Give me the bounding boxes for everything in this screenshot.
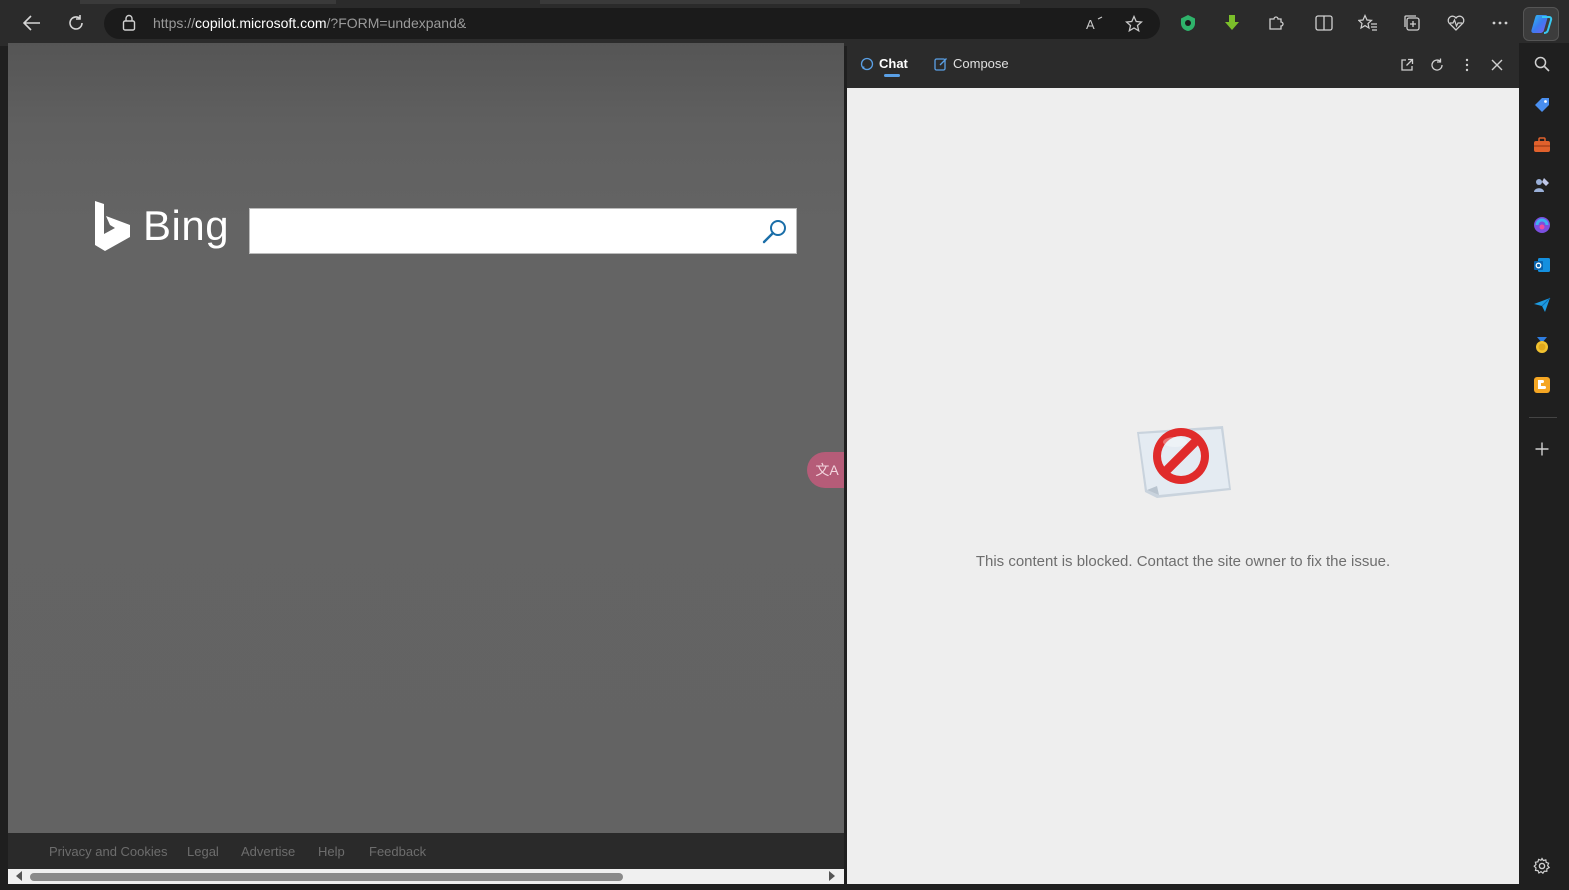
favorites-icon[interactable] bbox=[1354, 9, 1382, 37]
browser-essentials-icon[interactable] bbox=[1442, 9, 1470, 37]
side-pane-header: Chat Compose bbox=[847, 43, 1519, 88]
back-icon[interactable] bbox=[18, 9, 46, 37]
open-in-new-tab-icon[interactable] bbox=[1397, 55, 1417, 75]
active-tab-indicator bbox=[884, 74, 900, 77]
more-icon[interactable] bbox=[1486, 9, 1514, 37]
collections-icon[interactable] bbox=[1398, 9, 1426, 37]
scroll-left-arrow-icon[interactable] bbox=[16, 871, 22, 881]
chat-icon bbox=[860, 57, 874, 70]
tab-compose-label: Compose bbox=[953, 56, 1009, 71]
url-text[interactable]: https://copilot.microsoft.com/?FORM=unde… bbox=[153, 15, 466, 31]
games-icon[interactable] bbox=[1531, 174, 1553, 196]
shopping-tag-icon[interactable] bbox=[1531, 94, 1553, 116]
split-screen-icon[interactable] bbox=[1310, 9, 1338, 37]
favorite-star-icon[interactable] bbox=[1123, 13, 1145, 35]
address-bar[interactable]: https://copilot.microsoft.com/?FORM=unde… bbox=[104, 8, 1160, 39]
edge-sidebar bbox=[1519, 43, 1569, 890]
browser-toolbar: https://copilot.microsoft.com/?FORM=unde… bbox=[0, 0, 1569, 46]
sidebar-divider bbox=[1529, 417, 1557, 418]
footer-link-feedback[interactable]: Feedback bbox=[369, 844, 426, 859]
search-box[interactable] bbox=[249, 208, 797, 254]
horizontal-scrollbar[interactable] bbox=[8, 869, 844, 884]
send-icon[interactable] bbox=[1531, 294, 1553, 316]
tab-chat[interactable]: Chat bbox=[860, 56, 908, 71]
read-aloud-icon[interactable]: A bbox=[1084, 13, 1106, 35]
footer-link-privacy[interactable]: Privacy and Cookies bbox=[49, 844, 168, 859]
footer-link-advertise[interactable]: Advertise bbox=[241, 844, 295, 859]
web-page: Bing 文A Privacy and Cookies Legal Advert… bbox=[8, 43, 844, 884]
blocked-content-icon bbox=[1137, 426, 1231, 498]
extension-shield-icon[interactable] bbox=[1174, 9, 1202, 37]
close-icon[interactable] bbox=[1487, 55, 1507, 75]
pane-refresh-icon[interactable] bbox=[1427, 55, 1447, 75]
tools-briefcase-icon[interactable] bbox=[1531, 134, 1553, 156]
url-scheme: https:// bbox=[153, 15, 196, 31]
tab-strip-edge bbox=[80, 0, 336, 4]
scroll-right-arrow-icon[interactable] bbox=[829, 871, 835, 881]
search-input[interactable] bbox=[250, 209, 750, 253]
tab-compose[interactable]: Compose bbox=[934, 56, 1009, 71]
refresh-icon[interactable] bbox=[62, 9, 90, 37]
scrollbar-thumb[interactable] bbox=[30, 873, 623, 881]
tab-strip-edge bbox=[540, 0, 1020, 4]
microsoft-365-icon[interactable] bbox=[1531, 214, 1553, 236]
search-icon bbox=[762, 220, 786, 244]
page-footer: Privacy and Cookies Legal Advertise Help… bbox=[8, 833, 844, 869]
settings-icon[interactable] bbox=[1531, 855, 1553, 877]
search-button[interactable] bbox=[760, 217, 790, 247]
extensions-puzzle-icon[interactable] bbox=[1262, 9, 1290, 37]
bing-brand-text: Bing bbox=[143, 202, 230, 249]
more-vertical-icon[interactable] bbox=[1457, 55, 1477, 75]
footer-link-legal[interactable]: Legal bbox=[187, 844, 219, 859]
add-icon[interactable] bbox=[1531, 438, 1553, 460]
outlook-icon[interactable] bbox=[1531, 254, 1553, 276]
translate-icon: 文A bbox=[815, 462, 839, 478]
blogger-icon[interactable] bbox=[1531, 374, 1553, 396]
compose-icon bbox=[934, 57, 947, 71]
sidebar-search-icon[interactable] bbox=[1531, 53, 1553, 75]
tab-chat-label: Chat bbox=[879, 56, 908, 71]
lock-icon[interactable] bbox=[122, 14, 136, 32]
url-host: copilot.microsoft.com bbox=[195, 15, 327, 31]
rewards-medal-icon[interactable] bbox=[1531, 334, 1553, 356]
svg-text:A: A bbox=[1086, 17, 1095, 32]
url-path: /?FORM=undexpand& bbox=[326, 15, 467, 31]
download-arrow-icon[interactable] bbox=[1218, 9, 1246, 37]
footer-link-help[interactable]: Help bbox=[318, 844, 345, 859]
side-pane-content: This content is blocked. Contact the sit… bbox=[847, 88, 1519, 884]
copilot-side-pane: Chat Compose This content is blocked. Co… bbox=[847, 43, 1519, 884]
copilot-icon[interactable] bbox=[1523, 7, 1559, 41]
translate-button[interactable]: 文A bbox=[807, 452, 844, 488]
blocked-message: This content is blocked. Contact the sit… bbox=[975, 553, 1391, 570]
